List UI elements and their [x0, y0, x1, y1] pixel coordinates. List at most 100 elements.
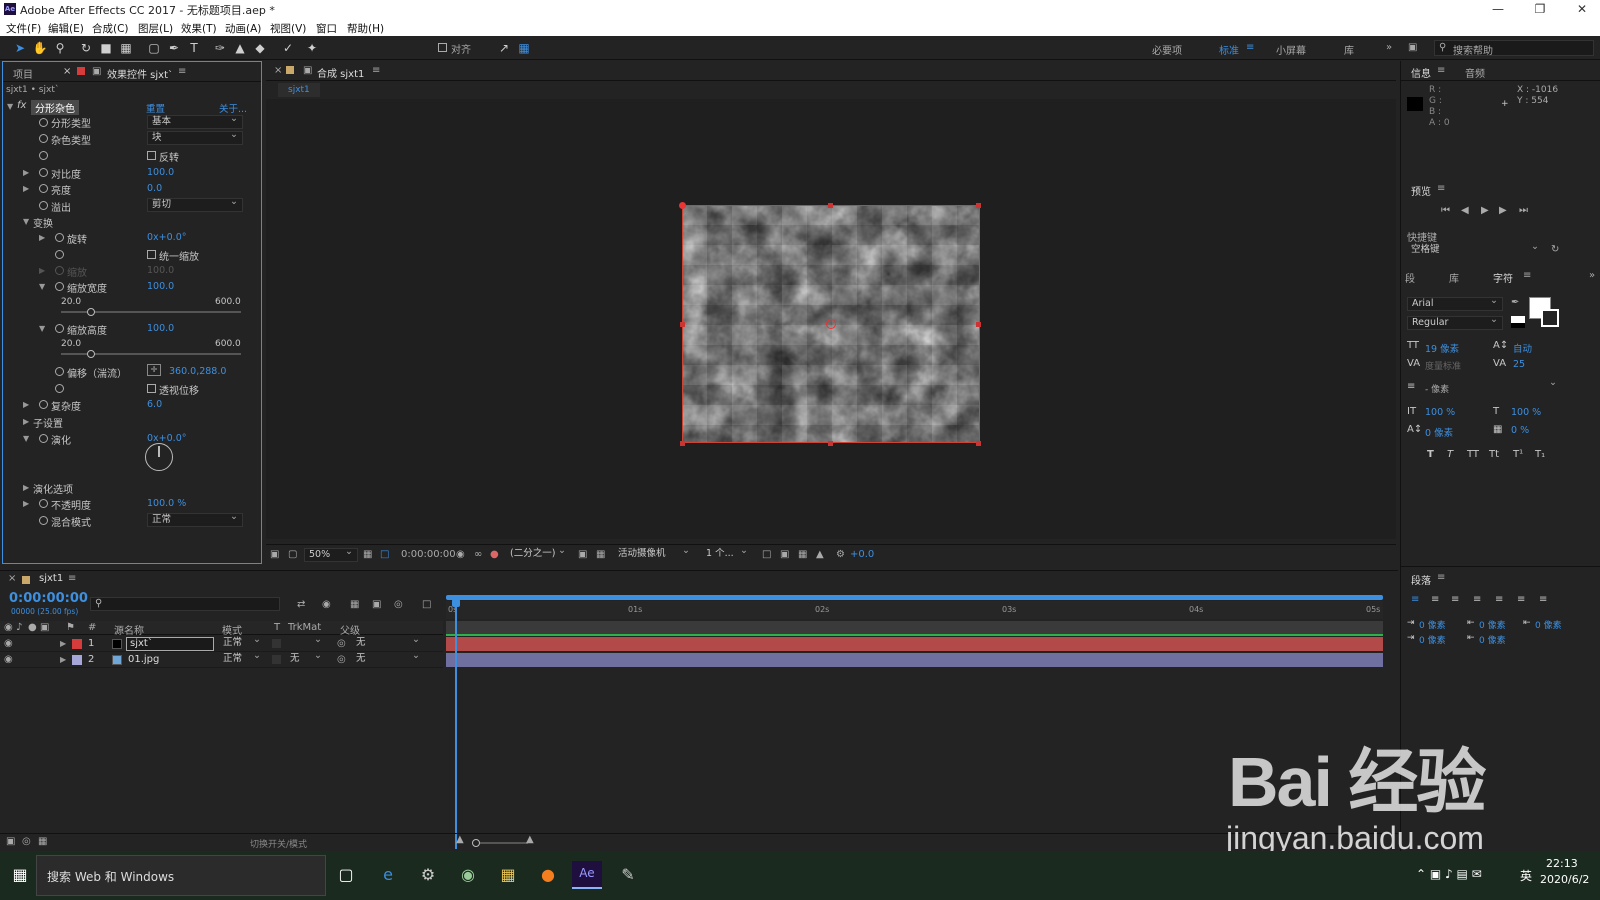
clock-date[interactable]: 2020/6/2	[1540, 873, 1589, 886]
perspective-offset-checkbox[interactable]	[147, 384, 156, 393]
frame-blending-icon[interactable]: ▦	[350, 599, 359, 610]
close-tab-icon[interactable]: ×	[274, 65, 282, 76]
app-icon[interactable]: ✎	[616, 863, 640, 887]
baseline-shift-value[interactable]: 0 像素	[1425, 425, 1453, 439]
always-preview-icon[interactable]: ▣	[270, 549, 279, 560]
layer-mode-dropdown[interactable]: 正常	[219, 634, 265, 651]
slider-knob[interactable]	[87, 308, 95, 316]
exposure-reset-icon[interactable]: ⚙	[836, 549, 845, 560]
camera-dropdown[interactable]: 活动摄像机	[614, 545, 694, 562]
maximize-button[interactable]: ❐	[1524, 0, 1556, 18]
menu-help[interactable]: 帮助(H)	[347, 21, 384, 36]
timeline-zoom-slider[interactable]	[472, 842, 528, 844]
workspace-small-screen[interactable]: 小屏幕	[1276, 42, 1306, 57]
menu-layer[interactable]: 图层(L)	[138, 21, 173, 36]
reset-link[interactable]: 重置	[146, 101, 165, 115]
channel-color-icon[interactable]: ●	[490, 549, 499, 560]
stopwatch-icon[interactable]	[55, 324, 64, 333]
motion-blur-icon[interactable]: ▣	[372, 599, 381, 610]
tab-preview[interactable]: 预览	[1411, 183, 1431, 198]
show-snapshot-icon[interactable]: ∞	[474, 549, 482, 560]
tab-audio[interactable]: 音频	[1465, 65, 1485, 80]
hand-tool-icon[interactable]: ✋	[32, 40, 48, 56]
expand-icon[interactable]: ▶	[23, 499, 29, 508]
search-help-field[interactable]: ⚲ 搜索帮助	[1434, 40, 1594, 57]
justify-center-icon[interactable]: ≡	[1495, 594, 1503, 605]
tab-info[interactable]: 信息	[1411, 65, 1431, 80]
font-family-dropdown[interactable]: Arial	[1407, 295, 1503, 311]
comp-time-display[interactable]: 0:00:00:00	[401, 549, 456, 560]
stopwatch-icon[interactable]	[55, 282, 64, 291]
layer-name[interactable]: sjxt`	[126, 637, 214, 651]
after-effects-taskbar-icon[interactable]: Ae	[572, 861, 602, 889]
parent-dropdown[interactable]: 无	[352, 650, 424, 667]
stopwatch-icon[interactable]	[39, 118, 48, 127]
selection-tool-icon[interactable]: ➤	[12, 40, 28, 56]
brightness-value[interactable]: 0.0	[147, 183, 162, 194]
stopwatch-icon[interactable]	[55, 250, 64, 259]
font-style-dropdown[interactable]: Regular	[1407, 314, 1503, 330]
layer-name[interactable]: 01.jpg	[128, 654, 159, 665]
stopwatch-icon[interactable]	[39, 168, 48, 177]
taskbar-search-box[interactable]: 搜索 Web 和 Windows	[36, 855, 326, 896]
camera-tool-icon[interactable]: ■	[98, 40, 114, 56]
layer-bar-1[interactable]	[446, 637, 1383, 651]
trkmat-dropdown[interactable]	[286, 634, 326, 651]
task-view-icon[interactable]: ▢	[334, 863, 358, 887]
pick-whip-icon[interactable]: ◎	[337, 638, 346, 649]
clone-stamp-tool-icon[interactable]: ▲	[232, 40, 248, 56]
monitor-icon[interactable]: ▢	[288, 549, 297, 560]
comp-mini-flowchart-icon[interactable]: ⇄	[297, 599, 305, 610]
first-frame-icon[interactable]: ⏮	[1441, 205, 1450, 216]
fast-preview-icon[interactable]: ▣	[780, 549, 789, 560]
invert-checkbox[interactable]	[147, 151, 156, 160]
expand-icon[interactable]: ▶	[23, 184, 29, 193]
effect-name[interactable]: 分形杂色	[31, 100, 79, 115]
menu-composition[interactable]: 合成(C)	[92, 21, 129, 36]
toggle-switches-modes[interactable]: 切换开关/模式	[250, 837, 307, 850]
zoom-slider-knob[interactable]	[472, 839, 480, 847]
expand-icon[interactable]: ▶	[23, 483, 29, 492]
stroke-color-swatch[interactable]	[1541, 309, 1559, 327]
prev-frame-icon[interactable]: ◀	[1461, 205, 1469, 216]
trkmat-dropdown[interactable]: 无	[286, 650, 326, 667]
stopwatch-icon[interactable]	[55, 233, 64, 242]
system-tray-icons[interactable]: ⌃ ▣ ♪ ▤ ✉	[1416, 867, 1482, 881]
search-help-toggle-icon[interactable]: ▣	[1408, 42, 1417, 53]
pen-tool-icon[interactable]: ✒	[166, 40, 182, 56]
stopwatch-icon[interactable]	[55, 367, 64, 376]
snap-option-icon[interactable]: ↗	[496, 40, 512, 56]
black-white-swatch[interactable]	[1511, 316, 1525, 328]
leading-value[interactable]: 自动	[1513, 341, 1532, 355]
collapse-icon[interactable]: ▼	[39, 324, 45, 333]
expand-icon[interactable]: ▶	[23, 417, 29, 426]
justify-right-icon[interactable]: ≡	[1517, 594, 1525, 605]
panel-menu-icon[interactable]: ≡	[1437, 65, 1445, 76]
workspace-menu-icon[interactable]: ≡	[1246, 42, 1254, 53]
collapse-icon[interactable]: ▼	[23, 434, 29, 443]
snap-grid-icon[interactable]: ▦	[516, 40, 532, 56]
evolution-value[interactable]: 0x+0.0°	[147, 433, 186, 444]
align-right-icon[interactable]: ≡	[1451, 594, 1459, 605]
transform-handle[interactable]	[828, 203, 833, 208]
panel-menu-icon[interactable]: ≡	[68, 573, 76, 584]
preserve-transparency-box[interactable]	[272, 655, 281, 664]
eraser-tool-icon[interactable]: ◆	[252, 40, 268, 56]
stopwatch-icon[interactable]	[39, 434, 48, 443]
all-caps-icon[interactable]: TT	[1467, 449, 1479, 460]
clock-time[interactable]: 22:13	[1546, 857, 1578, 870]
viewer-area[interactable]	[266, 99, 1396, 539]
table-row[interactable]: ◉ ▶ 2 01.jpg 正常 无 ◎ 无	[0, 650, 443, 668]
transform-handle[interactable]	[976, 322, 981, 327]
transform-handle[interactable]	[828, 441, 833, 446]
menu-window[interactable]: 窗口	[316, 21, 337, 36]
stopwatch-icon[interactable]	[55, 384, 64, 393]
scale-height-value[interactable]: 100.0	[147, 323, 174, 334]
stopwatch-icon[interactable]	[39, 499, 48, 508]
panel-menu-icon[interactable]: ≡	[372, 65, 380, 76]
shortcut-dropdown[interactable]: 空格键	[1407, 241, 1543, 258]
stopwatch-icon[interactable]	[39, 134, 48, 143]
workspace-essentials[interactable]: 必要项	[1152, 42, 1182, 57]
opacity-value[interactable]: 100.0 %	[147, 498, 186, 509]
overflow-icon[interactable]: »	[1589, 270, 1595, 281]
